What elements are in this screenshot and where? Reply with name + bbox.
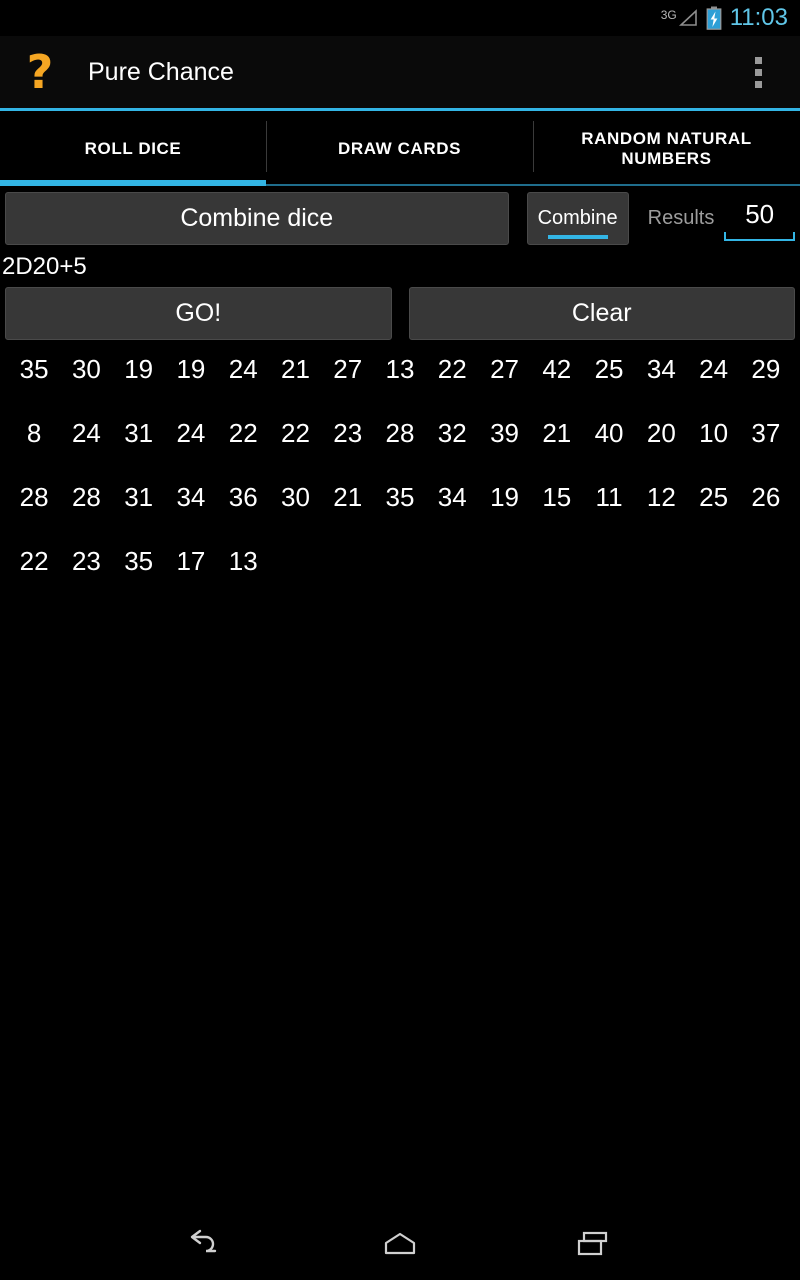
tab-bar: ROLL DICE DRAW CARDS RANDOM NATURAL NUMB… — [0, 111, 800, 186]
result-value: 23 — [333, 418, 363, 448]
tab-active-underline — [0, 180, 266, 186]
result-value: 32 — [437, 418, 467, 448]
action-buttons-row: GO! Clear — [0, 287, 800, 340]
combine-toggle-active-underline — [547, 235, 608, 239]
result-value: 34 — [646, 354, 676, 384]
result-value: 35 — [19, 354, 49, 384]
result-value: 17 — [176, 546, 206, 576]
result-value: 21 — [333, 482, 363, 512]
result-value: 21 — [542, 418, 572, 448]
battery-charging-icon — [706, 6, 722, 30]
result-value: 35 — [124, 546, 154, 576]
tab-label: ROLL DICE — [84, 138, 182, 158]
result-value: 25 — [594, 354, 624, 384]
result-value: 21 — [281, 354, 310, 384]
result-value: 10 — [699, 418, 729, 448]
results-count-label: Results — [647, 207, 715, 229]
results-count-input[interactable]: 50 — [724, 192, 796, 245]
result-value: 27 — [490, 354, 519, 384]
result-value: 24 — [71, 418, 101, 448]
result-value: 42 — [542, 354, 572, 384]
result-value: 24 — [176, 418, 206, 448]
back-arrow-icon[interactable] — [177, 1220, 237, 1268]
results-grid: 35 30 19 19 24 21 27 13 22 27 42 25 34 24 29 8 24 31 24 22 2… — [0, 340, 800, 1208]
overflow-dot — [754, 80, 762, 88]
result-value: 12 — [646, 482, 676, 512]
result-value: 13 — [228, 546, 258, 576]
result-value: 22 — [437, 354, 467, 384]
action-bar: ? Pure Chance — [0, 36, 800, 108]
result-value: 24 — [228, 354, 258, 384]
result-value: 29 — [751, 354, 781, 384]
results-count-value: 50 — [745, 199, 775, 229]
clear-button-label: Clear — [571, 299, 632, 327]
tab-random-natural-numbers[interactable]: RANDOM NATURAL NUMBERS — [533, 111, 800, 186]
recents-icon[interactable] — [563, 1220, 623, 1268]
result-value: 31 — [124, 482, 154, 512]
signal-indicator: 3G — [661, 8, 698, 28]
result-value: 36 — [228, 482, 258, 512]
go-button-label: GO! — [175, 299, 222, 327]
result-value: 24 — [699, 354, 729, 384]
network-type-label: 3G — [660, 8, 677, 22]
result-value: 34 — [176, 482, 206, 512]
tab-underline — [266, 184, 533, 186]
combine-dice-button-label: Combine dice — [180, 204, 334, 232]
input-underline — [724, 232, 796, 241]
combine-toggle-label: Combine — [537, 207, 618, 229]
tab-underline — [533, 184, 800, 186]
result-value: 28 — [19, 482, 49, 512]
overflow-dot — [754, 68, 762, 76]
result-value: 23 — [71, 546, 101, 576]
result-value: 28 — [71, 482, 101, 512]
result-value: 19 — [176, 354, 206, 384]
result-value: 11 — [595, 482, 623, 512]
status-bar-icons: 3G 11:03 — [661, 6, 788, 30]
overflow-dot — [754, 56, 762, 64]
app-title: Pure Chance — [88, 57, 234, 86]
combine-dice-button[interactable]: Combine dice — [5, 192, 509, 245]
result-value: 20 — [646, 418, 676, 448]
result-value: 34 — [437, 482, 467, 512]
app-screen: 3G 11:03 ? Pure Chance ROLL DICE DRAW CA… — [0, 0, 800, 1280]
result-value: 28 — [385, 418, 415, 448]
combine-toggle[interactable]: Combine — [526, 192, 629, 245]
result-value: 25 — [699, 482, 729, 512]
result-value: 13 — [385, 354, 415, 384]
result-value: 26 — [751, 482, 781, 512]
result-value: 30 — [281, 482, 310, 512]
tab-roll-dice[interactable]: ROLL DICE — [0, 111, 266, 186]
dice-formula-label: 2D20+5 — [2, 253, 87, 280]
status-bar: 3G 11:03 — [0, 0, 800, 36]
result-value: 37 — [751, 418, 781, 448]
tab-label: RANDOM NATURAL NUMBERS — [581, 128, 752, 168]
system-navigation-bar — [0, 1208, 800, 1280]
result-value: 19 — [490, 482, 519, 512]
clear-button[interactable]: Clear — [408, 287, 795, 340]
result-value: 22 — [19, 546, 49, 576]
result-value: 39 — [490, 418, 519, 448]
signal-triangle-icon — [678, 8, 698, 28]
result-value: 22 — [281, 418, 310, 448]
question-mark-logo: ? — [16, 46, 64, 98]
result-value: 19 — [124, 354, 154, 384]
result-value: 15 — [542, 482, 572, 512]
result-value: 27 — [333, 354, 363, 384]
controls-row: Combine dice Combine Results 50 — [0, 186, 800, 245]
home-icon[interactable] — [370, 1220, 430, 1268]
app-logo-glyph: ? — [26, 45, 54, 99]
result-value: 8 — [26, 418, 42, 448]
status-bar-clock: 11:03 — [729, 4, 788, 31]
result-value: 35 — [385, 482, 415, 512]
overflow-menu-icon[interactable] — [744, 50, 772, 94]
tab-label: DRAW CARDS — [337, 138, 462, 158]
tab-draw-cards[interactable]: DRAW CARDS — [266, 111, 533, 186]
result-value: 40 — [594, 418, 624, 448]
result-value: 30 — [71, 354, 101, 384]
result-value: 22 — [228, 418, 258, 448]
result-value: 31 — [124, 418, 154, 448]
go-button[interactable]: GO! — [5, 287, 392, 340]
